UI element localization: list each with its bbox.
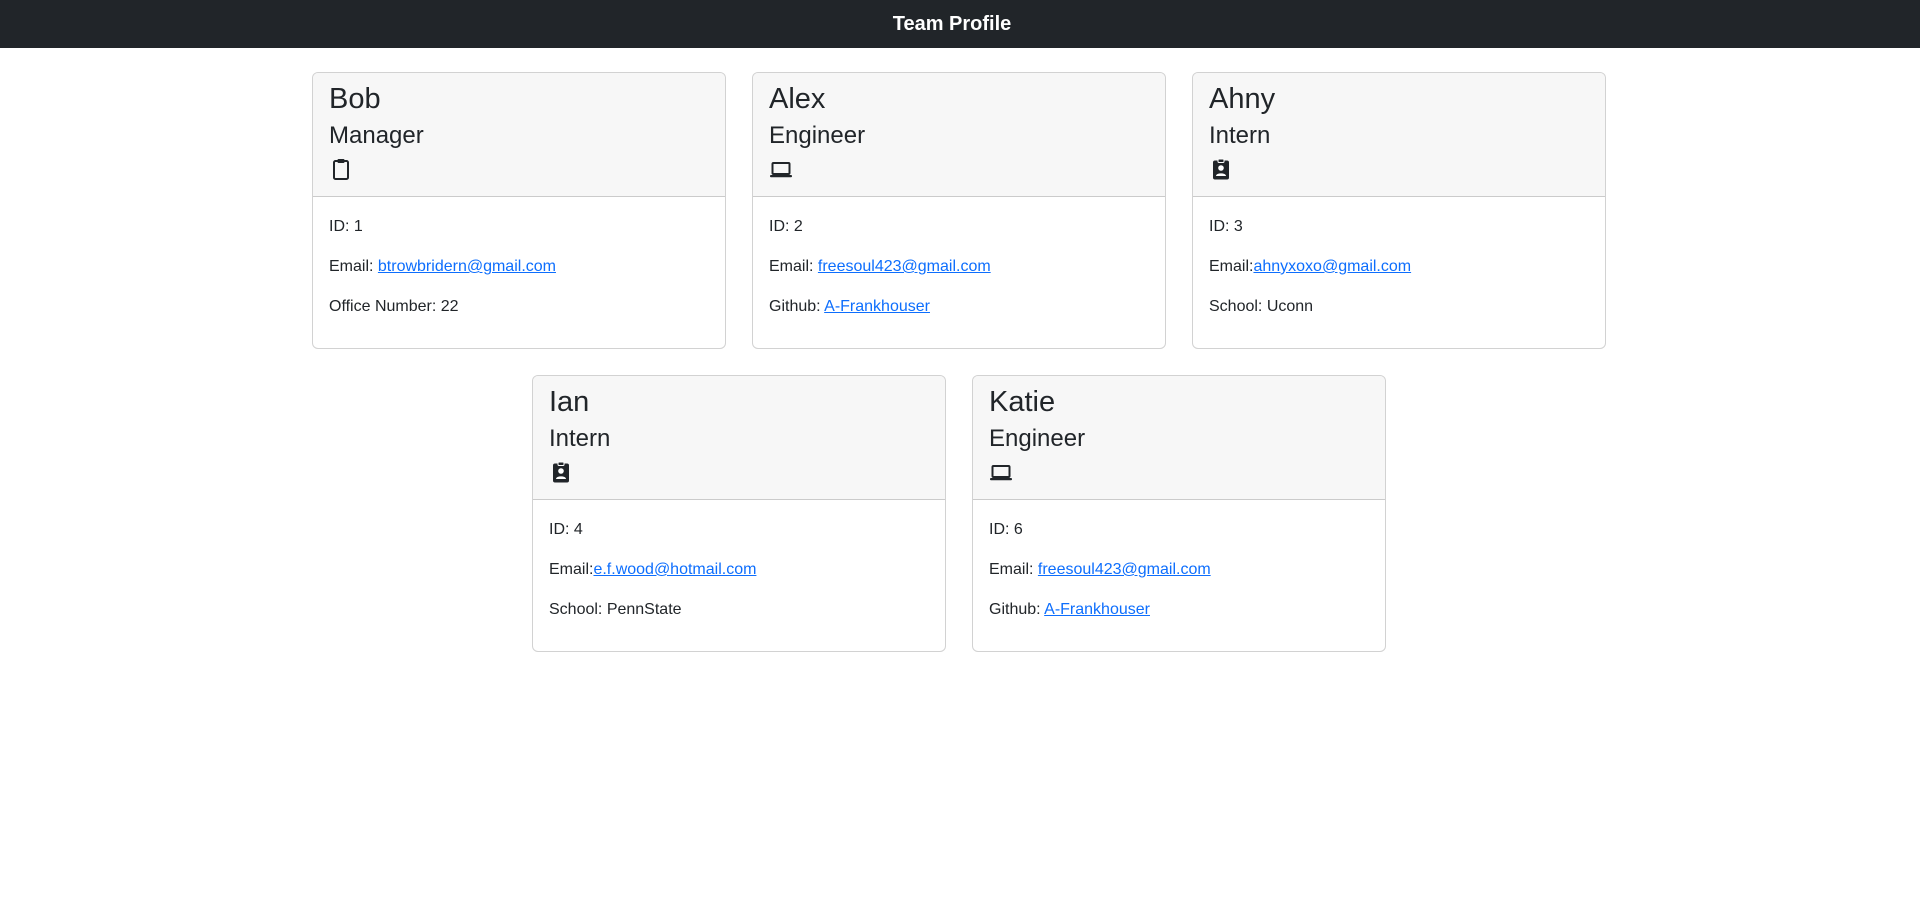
employee-email-row: Email: freesoul423@gmail.com (769, 257, 1149, 276)
employee-name: Katie (989, 386, 1056, 418)
employee-card-ahny: Ahny Intern ID: 3 Email:ahnyxoxo@gmail.c… (1192, 72, 1606, 349)
employee-role: Intern (1209, 122, 1271, 149)
email-link[interactable]: freesoul423@gmail.com (818, 258, 991, 275)
employee-email-row: Email:ahnyxoxo@gmail.com (1209, 257, 1589, 276)
email-label: Email: (989, 561, 1038, 578)
employee-card-alex: Alex Engineer ID: 2 Email: freesoul423@g… (752, 72, 1166, 349)
email-label: Email: (1209, 258, 1254, 275)
github-link[interactable]: A-Frankhouser (824, 298, 930, 315)
employee-role: Intern (549, 425, 611, 452)
navbar: Team Profile (0, 0, 1920, 48)
github-link[interactable]: A-Frankhouser (1044, 601, 1150, 618)
employee-name: Bob (329, 83, 381, 115)
card-body: ID: 1 Email: btrowbridern@gmail.com Offi… (313, 197, 725, 316)
employee-email-row: Email: btrowbridern@gmail.com (329, 257, 709, 276)
employee-role: Engineer (989, 425, 1086, 452)
id-badge-icon (1213, 158, 1229, 180)
github-label: Github: (989, 601, 1045, 618)
employee-role: Manager (329, 122, 424, 149)
email-label: Email: (769, 258, 818, 275)
card-body: ID: 6 Email: freesoul423@gmail.com Githu… (973, 500, 1385, 619)
employee-id: ID: 6 (989, 521, 1023, 538)
email-link[interactable]: btrowbridern@gmail.com (378, 258, 556, 275)
card-header: Alex Engineer (753, 73, 1165, 197)
employee-card-bob: Bob Manager ID: 1 Email: btrowbridern@gm… (312, 72, 726, 349)
school: School: PennState (549, 601, 682, 618)
email-link[interactable]: freesoul423@gmail.com (1038, 561, 1211, 578)
employee-card-katie: Katie Engineer ID: 6 Email: freesoul423@… (972, 375, 1386, 652)
employee-role: Engineer (769, 122, 866, 149)
card-header: Ahny Intern (1193, 73, 1605, 197)
card-body: ID: 3 Email:ahnyxoxo@gmail.com School: U… (1193, 197, 1605, 316)
email-label: Email: (549, 561, 594, 578)
employee-name: Ian (549, 386, 590, 418)
github-row: Github: A-Frankhouser (769, 297, 1149, 316)
card-body: ID: 4 Email:e.f.wood@hotmail.com School:… (533, 500, 945, 619)
office-number: Office Number: 22 (329, 298, 459, 315)
employee-card-ian: Ian Intern ID: 4 Email:e.f.wood@hotmail.… (532, 375, 946, 652)
laptop-icon (990, 465, 1012, 481)
card-header: Bob Manager (313, 73, 725, 197)
laptop-icon (770, 162, 792, 178)
email-link[interactable]: e.f.wood@hotmail.com (593, 561, 756, 578)
github-row: Github: A-Frankhouser (989, 600, 1369, 619)
email-link[interactable]: ahnyxoxo@gmail.com (1253, 258, 1411, 275)
employee-id: ID: 3 (1209, 218, 1243, 235)
card-header: Ian Intern (533, 376, 945, 500)
id-badge-icon (553, 461, 569, 483)
employee-email-row: Email:e.f.wood@hotmail.com (549, 560, 929, 579)
employee-name: Alex (769, 83, 826, 115)
page-title: Team Profile (892, 12, 1012, 35)
email-label: Email: (329, 258, 378, 275)
employee-email-row: Email: freesoul423@gmail.com (989, 560, 1369, 579)
school: School: Uconn (1209, 298, 1314, 315)
github-label: Github: (769, 298, 825, 315)
clipboard-icon (333, 159, 349, 180)
employee-id: ID: 4 (549, 521, 583, 538)
employee-id: ID: 2 (769, 218, 803, 235)
card-header: Katie Engineer (973, 376, 1385, 500)
employee-id: ID: 1 (329, 218, 363, 235)
employee-name: Ahny (1209, 83, 1276, 115)
card-body: ID: 2 Email: freesoul423@gmail.com Githu… (753, 197, 1165, 316)
